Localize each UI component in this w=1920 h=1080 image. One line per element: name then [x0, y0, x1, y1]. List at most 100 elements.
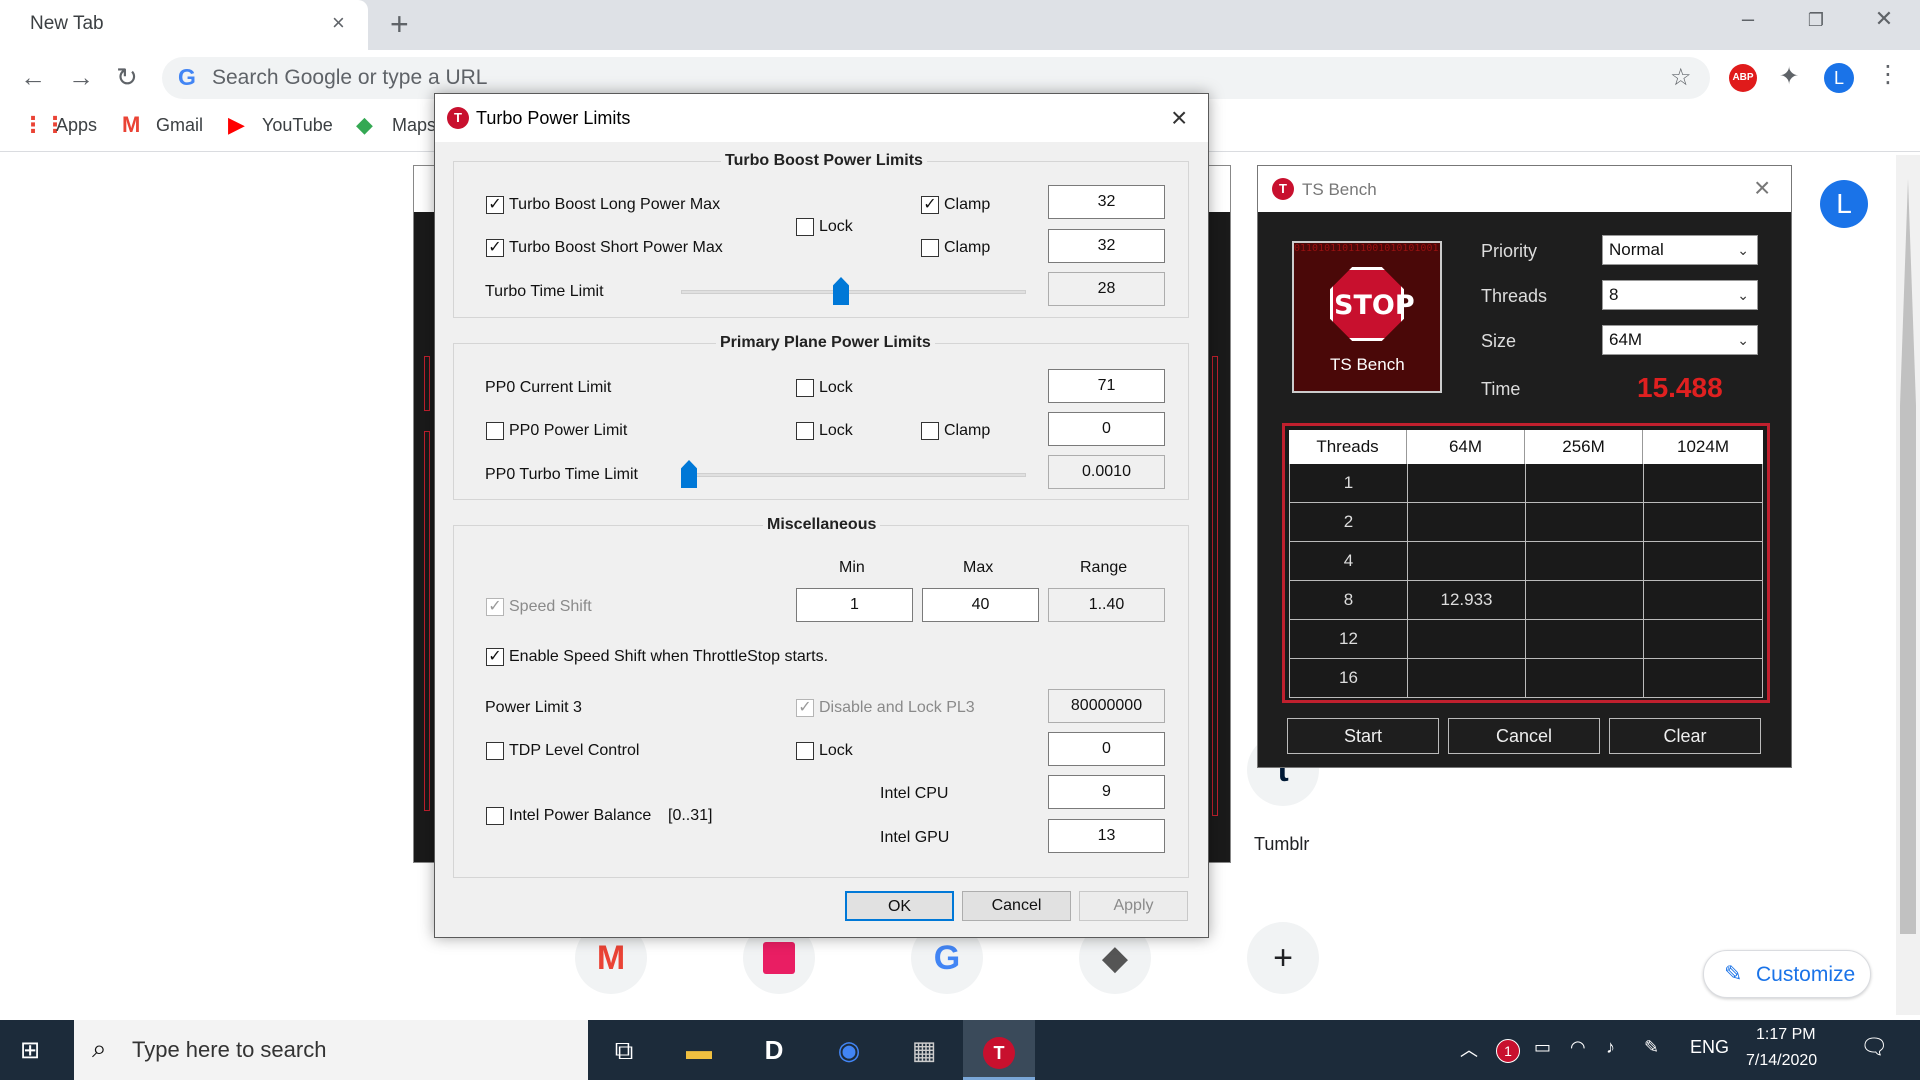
ts-bench-close-icon[interactable]: × — [1754, 172, 1770, 204]
chevron-down-icon: ⌄ — [1737, 242, 1749, 258]
pp0-current-lock-checkbox[interactable] — [796, 379, 814, 397]
turbo-long-checkbox[interactable]: ✓ — [486, 196, 504, 214]
clock-time[interactable]: 1:17 PM — [1756, 1026, 1816, 1044]
turbo-lock-label: Lock — [819, 218, 853, 235]
turbo-time-slider-track[interactable] — [681, 290, 1026, 294]
add-shortcut-icon[interactable]: + — [1247, 922, 1319, 994]
tumblr-shortcut-label[interactable]: Tumblr — [1254, 834, 1309, 855]
cancel-button[interactable]: Cancel — [962, 891, 1071, 921]
table-cell — [1644, 620, 1763, 659]
table-cell: 8 — [1290, 581, 1408, 620]
forward-icon[interactable]: → — [68, 62, 94, 93]
dialog-close-icon[interactable]: × — [1171, 102, 1187, 134]
language-indicator[interactable]: ENG — [1690, 1037, 1729, 1058]
customize-button[interactable]: ✎ Customize — [1703, 950, 1871, 998]
ok-button[interactable]: OK — [845, 891, 954, 921]
monitor-app-icon[interactable]: ▦ — [888, 1020, 960, 1080]
restore-icon[interactable]: ❐ — [1796, 10, 1836, 31]
pp0-power-value-field[interactable]: 0 — [1048, 412, 1165, 446]
turbo-time-value-field[interactable]: 28 — [1048, 272, 1165, 306]
size-value: 64M — [1609, 330, 1643, 349]
tab-new-tab[interactable]: New Tab × — [0, 0, 368, 50]
pp0-power-clamp-checkbox[interactable] — [921, 422, 939, 440]
threads-select[interactable]: 8 ⌄ — [1602, 280, 1758, 310]
bench-start-button[interactable]: Start — [1287, 718, 1439, 754]
disable-pl3-checkbox: ✓ — [796, 699, 814, 717]
wifi-icon[interactable]: ◠ — [1570, 1037, 1586, 1058]
turbo-long-clamp-checkbox[interactable]: ✓ — [921, 196, 939, 214]
scrollbar-thumb[interactable] — [1900, 179, 1916, 934]
tab-title: New Tab — [30, 13, 104, 34]
pp0-time-slider-track[interactable] — [681, 473, 1026, 477]
taskbar-search[interactable]: ⌕ Type here to search — [74, 1020, 588, 1080]
power-limit-3-field[interactable]: 80000000 — [1048, 689, 1165, 723]
speed-shift-label: Speed Shift — [509, 598, 592, 615]
table-cell — [1408, 620, 1526, 659]
pp0-time-value-field[interactable]: 0.0010 — [1048, 455, 1165, 489]
tab-close-icon[interactable]: × — [332, 10, 345, 36]
size-select[interactable]: 64M ⌄ — [1602, 325, 1758, 355]
tdp-level-field[interactable]: 0 — [1048, 732, 1165, 766]
table-cell — [1644, 581, 1763, 620]
volume-icon[interactable]: ♪ — [1606, 1037, 1615, 1058]
turbo-short-clamp-label: Clamp — [944, 239, 991, 256]
intel-cpu-field[interactable]: 9 — [1048, 775, 1165, 809]
speed-shift-min-field[interactable]: 1 — [796, 588, 913, 622]
tdp-level-checkbox[interactable] — [486, 742, 504, 760]
turbo-short-checkbox[interactable]: ✓ — [486, 239, 504, 257]
bookmark-maps[interactable]: Maps — [392, 115, 436, 136]
bookmark-gmail[interactable]: Gmail — [156, 115, 203, 136]
turbo-short-value-field[interactable]: 32 — [1048, 229, 1165, 263]
battery-icon[interactable]: ▭ — [1534, 1037, 1551, 1058]
enable-speed-shift-checkbox[interactable]: ✓ — [486, 648, 504, 666]
clock-date[interactable]: 7/14/2020 — [1746, 1052, 1817, 1070]
windows-start-icon[interactable]: ⊞ — [20, 1036, 40, 1065]
pen-icon[interactable]: ✎ — [1644, 1037, 1659, 1058]
minimize-icon[interactable]: – — [1728, 6, 1768, 32]
intel-gpu-field[interactable]: 13 — [1048, 819, 1165, 853]
notifications-icon[interactable]: 🗨 — [1860, 1034, 1888, 1060]
new-tab-button[interactable]: + — [390, 6, 409, 43]
bookmark-youtube[interactable]: YouTube — [262, 115, 333, 136]
pp0-power-checkbox[interactable] — [486, 422, 504, 440]
file-explorer-icon[interactable]: ▬ — [663, 1020, 735, 1080]
speed-shift-max-field[interactable]: 40 — [922, 588, 1039, 622]
pp0-power-lock-checkbox[interactable] — [796, 422, 814, 440]
priority-select[interactable]: Normal ⌄ — [1602, 235, 1758, 265]
turbo-lock-checkbox[interactable] — [796, 218, 814, 236]
turbo-long-value-field[interactable]: 32 — [1048, 185, 1165, 219]
reload-icon[interactable]: ↻ — [116, 62, 138, 93]
tdp-lock-checkbox[interactable] — [796, 742, 814, 760]
pp0-power-lock-label: Lock — [819, 422, 853, 439]
page-scrollbar[interactable] — [1896, 155, 1920, 1015]
tray-overflow-icon[interactable]: ︿ — [1460, 1036, 1478, 1062]
chrome-menu-icon[interactable]: ⋮ — [1876, 60, 1900, 89]
bench-clear-button[interactable]: Clear — [1609, 718, 1761, 754]
intel-power-balance-checkbox[interactable] — [486, 807, 504, 825]
page-profile-avatar[interactable]: L — [1820, 180, 1868, 228]
intel-power-balance-range: [0..31] — [668, 807, 713, 824]
adblock-plus-icon[interactable]: ABP — [1729, 64, 1757, 92]
bookmark-star-icon[interactable]: ☆ — [1670, 63, 1692, 92]
intel-cpu-label: Intel CPU — [880, 785, 949, 802]
pp0-current-lock-label: Lock — [819, 379, 853, 396]
window-close-icon[interactable]: ✕ — [1864, 6, 1904, 32]
table-cell — [1408, 503, 1526, 542]
bench-cancel-button[interactable]: Cancel — [1448, 718, 1600, 754]
table-cell — [1408, 659, 1526, 698]
chrome-taskbar-icon[interactable]: ◉ — [813, 1020, 885, 1080]
extensions-icon[interactable]: ✦ — [1779, 62, 1799, 91]
table-cell — [1644, 542, 1763, 581]
turbo-short-clamp-checkbox[interactable] — [921, 239, 939, 257]
table-row: 1 — [1290, 464, 1763, 503]
bookmark-apps[interactable]: Apps — [56, 115, 97, 136]
d-app-icon[interactable]: D — [738, 1020, 810, 1080]
pp0-current-value-field[interactable]: 71 — [1048, 369, 1165, 403]
customize-label: Customize — [1756, 963, 1856, 986]
back-icon[interactable]: ← — [20, 62, 46, 93]
tray-badge[interactable]: 1 — [1496, 1039, 1520, 1063]
task-view-icon[interactable]: ⧉ — [588, 1020, 660, 1080]
profile-avatar[interactable]: L — [1824, 63, 1854, 93]
table-cell: 1 — [1290, 464, 1408, 503]
throttlestop-taskbar-icon[interactable]: T — [963, 1020, 1035, 1080]
